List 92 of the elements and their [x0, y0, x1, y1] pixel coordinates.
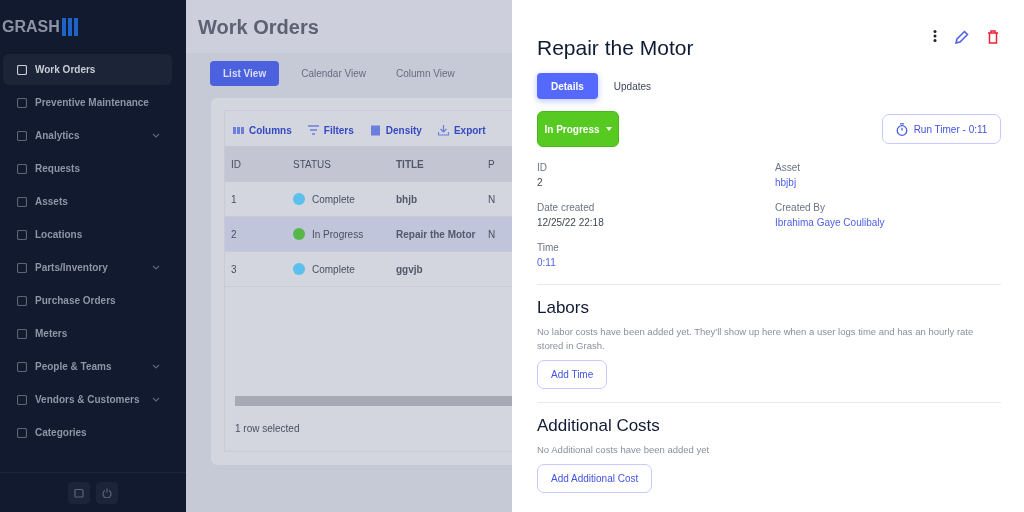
chevron-icon — [152, 133, 160, 138]
field-label: Asset — [775, 161, 800, 175]
caret-icon — [605, 127, 612, 131]
tab[interactable]: Details — [537, 73, 598, 99]
trash-icon — [987, 30, 999, 44]
section-heading: Additional Costs — [537, 415, 661, 437]
page-title: Work Orders — [198, 14, 319, 39]
columns-icon — [233, 125, 244, 136]
sidebar-item[interactable]: Locations — [3, 219, 172, 250]
sidebar-item[interactable]: Work Orders — [3, 54, 172, 85]
table-cell-text: 1 — [230, 192, 238, 207]
power-button[interactable] — [96, 481, 118, 504]
sidebar-item[interactable]: Preventive Maintenance — [3, 87, 172, 118]
column-header: P — [488, 157, 496, 172]
selection-count: 1 row selected — [234, 422, 301, 436]
menu-item-icon — [17, 64, 27, 75]
column-header: ID — [230, 157, 242, 172]
menu-item-icon — [17, 295, 27, 306]
more-button[interactable] — [931, 28, 939, 44]
field-label: Time — [537, 241, 559, 255]
field-label: Created By — [775, 201, 826, 215]
menu-item-icon — [17, 427, 27, 438]
section-heading: Labors — [537, 297, 590, 319]
logo-icon — [61, 17, 78, 36]
chevron-icon — [152, 265, 160, 270]
table-cell-text: In Progress — [312, 227, 364, 242]
table-cell-text: Complete — [312, 192, 355, 207]
download-icon — [437, 125, 449, 136]
add-button[interactable]: Add Time — [537, 360, 608, 389]
sidebar-item[interactable]: Categories — [3, 417, 172, 448]
chevron-icon — [152, 364, 160, 369]
calendar-button[interactable] — [68, 481, 90, 504]
sidebar-item[interactable]: People & Teams — [3, 351, 172, 382]
chevron-icon — [152, 397, 160, 402]
timer-button[interactable]: Run Timer - 0:11 — [882, 114, 1001, 144]
view-tab[interactable]: Calendar View — [293, 61, 375, 86]
pencil-icon — [955, 30, 969, 44]
field-label: Date created — [537, 201, 595, 215]
column-header: STATUS — [293, 157, 332, 172]
menu-item-icon — [17, 130, 27, 141]
menu-item-icon — [17, 394, 27, 405]
menu-item-icon — [17, 196, 27, 207]
menu-item-icon — [17, 163, 27, 174]
density-icon — [369, 125, 381, 136]
field-link[interactable]: hbjbj — [775, 175, 797, 191]
field-link[interactable]: Ibrahima Gaye Coulibaly — [775, 215, 885, 231]
edit-button[interactable] — [953, 28, 971, 46]
more-icon — [933, 30, 937, 42]
power-icon — [102, 487, 112, 498]
menu-item-icon — [17, 361, 27, 372]
table-cell-text: ggvjb — [396, 262, 424, 277]
menu-item-icon — [17, 229, 27, 240]
table-cell-text: 3 — [230, 262, 238, 277]
field-value: 2 — [537, 176, 543, 190]
field-link[interactable]: 0:11 — [537, 255, 556, 271]
field-value: 12/25/22 22:18 — [537, 216, 604, 230]
sidebar-item[interactable]: Assets — [3, 186, 172, 217]
stopwatch-icon — [895, 122, 908, 136]
tab[interactable]: Updates — [605, 73, 660, 99]
sidebar-item[interactable]: Vendors & Customers — [3, 384, 172, 415]
table-cell-text: N — [488, 192, 497, 207]
table-cell-text: 2 — [230, 227, 238, 242]
column-header: TITLE — [396, 157, 425, 172]
menu-item-icon — [17, 97, 27, 108]
table-cell-text: N — [488, 227, 497, 242]
empty-message: No labor costs have been added yet. They'll show up here when a user logs time and has an hourly rate stored in Grash. — [537, 325, 975, 353]
add-button[interactable]: Add Additional Cost — [537, 464, 653, 493]
table-cell-text: Repair the Motor — [396, 227, 477, 242]
sidebar-item[interactable]: Meters — [3, 318, 172, 349]
table-cell-text: bhjb — [396, 192, 419, 207]
empty-message: No Additional costs have been added yet — [537, 443, 711, 457]
sidebar-item[interactable]: Analytics — [3, 120, 172, 151]
table-row[interactable]: 2 In Progress Repair the Motor N — [225, 217, 512, 252]
sidebar-item[interactable]: Parts/Inventory — [3, 252, 172, 283]
menu-item-icon — [17, 328, 27, 339]
logo-text: GRASH — [2, 16, 60, 37]
toolbar-button[interactable]: Export — [437, 123, 486, 138]
field-label: ID — [537, 161, 547, 175]
toolbar-button[interactable]: Density — [369, 123, 422, 138]
view-tab[interactable]: List View — [210, 61, 280, 86]
scrollbar[interactable] — [235, 396, 512, 406]
view-tab[interactable]: Column View — [388, 61, 463, 86]
drawer-title: Repair the Motor — [537, 35, 694, 61]
sidebar-item[interactable]: Purchase Orders — [3, 285, 172, 316]
filter-icon — [307, 125, 319, 136]
table-cell-text: Complete — [312, 262, 355, 277]
sidebar-item[interactable]: Requests — [3, 153, 172, 184]
toolbar-button[interactable]: Filters — [307, 123, 354, 138]
toolbar-button[interactable]: Columns — [233, 123, 292, 138]
table-row[interactable]: 3 Complete ggvjb — [225, 252, 512, 287]
delete-button[interactable] — [985, 28, 1001, 46]
menu-item-icon — [17, 262, 27, 273]
